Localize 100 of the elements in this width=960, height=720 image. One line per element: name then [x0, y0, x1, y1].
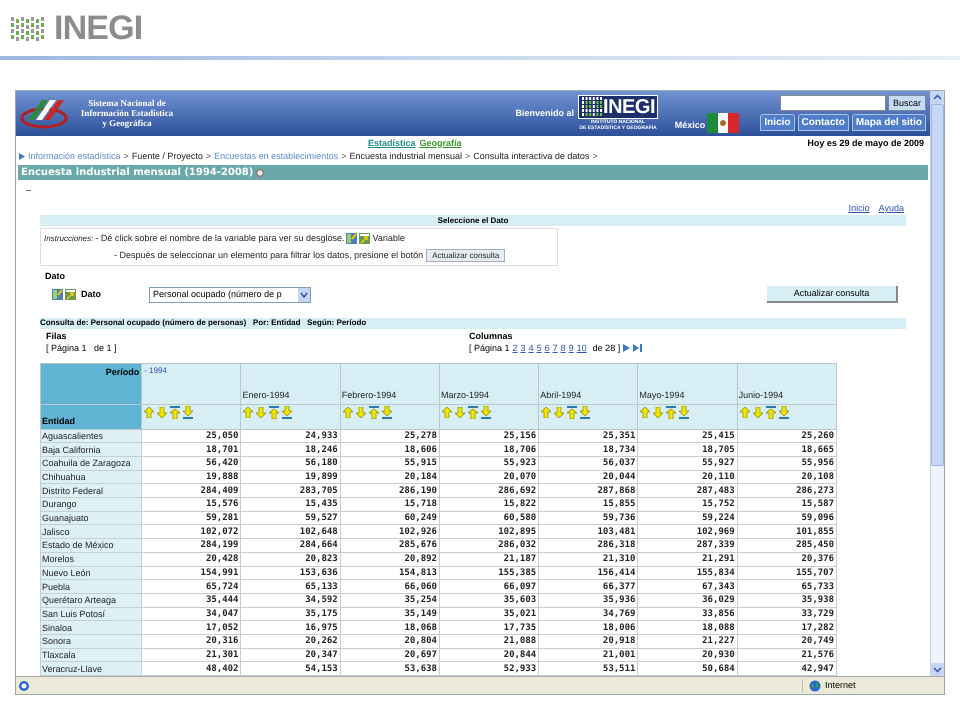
value-cell: 59,096 [737, 511, 836, 525]
query-summary: Consulta de: Personal ocupado (número de personas) Por: Entidad Según: Período [40, 317, 366, 330]
instruction-text: - Después de seleccionar un elemento para filtrar los datos, presione el botón [114, 248, 424, 262]
rows-pager-text: [ Página 1 de 1 ] [46, 342, 118, 354]
value-cell: 66,097 [439, 580, 539, 594]
zone-text: Internet [825, 678, 856, 692]
value-cell: 21,001 [538, 648, 638, 662]
page-link[interactable]: 10 [576, 342, 587, 354]
breadcrumb-separator: > [341, 150, 346, 163]
update-button[interactable]: Actualizar consulta [426, 248, 506, 262]
entity-cell: Coahuila de Zaragoza [40, 456, 142, 470]
page-link[interactable]: 7 [552, 342, 558, 354]
page-link[interactable]: 4 [528, 342, 534, 354]
column-header: Enero-1994 [240, 363, 340, 404]
update-button[interactable]: Actualizar consulta [767, 286, 898, 304]
value-cell: 34,769 [538, 607, 638, 621]
value-cell: 20,184 [340, 470, 440, 484]
entity-cell: Sinaloa [40, 620, 142, 634]
value-cell: 18,665 [737, 442, 836, 456]
value-cell: 15,822 [439, 498, 539, 512]
column-header: Febrero-1994 [340, 363, 440, 404]
columns-pager-text: [ Página 1 [469, 342, 510, 354]
value-cell: 59,527 [240, 511, 340, 525]
search-button[interactable]: Buscar [888, 95, 926, 112]
value-cell: 36,029 [638, 593, 738, 608]
breadcrumb-separator: > [592, 150, 598, 163]
header-cell: Entidad [40, 404, 142, 430]
page-link[interactable]: 3 [520, 342, 526, 354]
page-link[interactable]: 2 [512, 342, 518, 354]
value-cell: 102,648 [240, 524, 340, 539]
value-cell: 285,450 [737, 538, 836, 552]
value-cell: 25,050 [142, 429, 241, 443]
group-link[interactable]: - 1994 [144, 366, 167, 375]
entity-cell: Aguascalientes [40, 429, 142, 443]
value-cell: 60,580 [439, 511, 539, 525]
logo-text: INEGI [54, 8, 142, 48]
page-link[interactable]: 8 [560, 342, 566, 354]
nav-tab[interactable]: Contacto [798, 114, 849, 132]
top-link[interactable]: Inicio [848, 202, 870, 216]
value-cell: 56,420 [142, 456, 241, 470]
value-cell: 287,483 [638, 484, 738, 498]
entity-cell: Sonora [40, 634, 142, 648]
collapse-mark[interactable]: – [26, 184, 32, 198]
value-cell: 20,697 [340, 648, 440, 662]
value-cell: 25,278 [340, 429, 440, 443]
value-cell: 20,108 [737, 470, 836, 484]
dato-label: Dato [81, 288, 102, 301]
dato-select[interactable]: Personal ocupado (número de p [149, 286, 311, 303]
value-cell: 59,224 [638, 511, 738, 525]
value-cell: 20,892 [340, 552, 440, 566]
value-cell: 66,060 [340, 580, 440, 594]
value-cell: 20,110 [638, 470, 738, 484]
section-link[interactable]: Geografía [419, 136, 462, 150]
value-cell: 284,664 [240, 538, 340, 552]
value-cell: 15,718 [340, 498, 440, 512]
value-cell: 19,888 [142, 470, 241, 484]
value-cell: 18,006 [538, 620, 638, 634]
page-link[interactable]: 9 [568, 342, 574, 354]
value-cell: 18,088 [638, 620, 738, 634]
value-cell: 35,149 [340, 607, 440, 621]
section-link[interactable]: Estadística [368, 136, 416, 150]
value-cell: 35,254 [340, 593, 440, 608]
nav-tab[interactable]: Inicio [760, 114, 795, 132]
columns-pager-text: de 28 ] [592, 342, 620, 354]
entity-cell: Jalisco [40, 524, 142, 539]
value-cell: 102,969 [638, 524, 738, 539]
value-cell: 20,844 [439, 648, 539, 662]
value-cell: 20,376 [737, 552, 836, 566]
value-cell: 21,576 [737, 648, 836, 662]
entity-cell: Baja California [40, 442, 142, 456]
breadcrumb-link[interactable]: Encuestas en establecimientos [214, 150, 338, 164]
value-cell: 19,899 [240, 470, 340, 484]
instructions-label: Instrucciones: [44, 232, 94, 245]
value-cell: 154,813 [340, 566, 440, 580]
nav-tab[interactable]: Mapa del sitio [852, 114, 926, 132]
value-cell: 25,156 [439, 429, 539, 443]
value-cell: 21,310 [538, 552, 638, 566]
value-cell: 24,933 [240, 429, 340, 443]
page-link[interactable]: 5 [536, 342, 542, 354]
breadcrumb-link[interactable]: Información estadística [28, 150, 121, 164]
top-link[interactable]: Ayuda [878, 202, 904, 216]
value-cell: 284,199 [142, 538, 241, 552]
value-cell: 284,409 [142, 484, 241, 498]
value-cell: 18,705 [638, 442, 738, 456]
value-cell: 56,180 [240, 456, 340, 470]
value-cell: 21,088 [439, 634, 539, 648]
value-cell: 60,249 [340, 511, 440, 525]
value-cell: 20,930 [638, 648, 738, 662]
value-cell: 286,190 [340, 484, 440, 498]
value-cell: 286,032 [439, 538, 539, 552]
page-link[interactable]: 6 [544, 342, 550, 354]
breadcrumb-text: Fuente / Proyecto [132, 150, 203, 163]
value-cell: 21,227 [638, 634, 738, 648]
value-cell: 286,318 [538, 538, 638, 552]
entity-cell: Guanajuato [40, 511, 142, 525]
system-name-text: Sistema Nacional de [88, 98, 166, 108]
entity-cell: Veracruz-Llave [40, 662, 142, 676]
value-cell: 18,068 [340, 620, 440, 634]
value-cell: 283,705 [240, 484, 340, 498]
header-cell: Período [40, 363, 142, 404]
